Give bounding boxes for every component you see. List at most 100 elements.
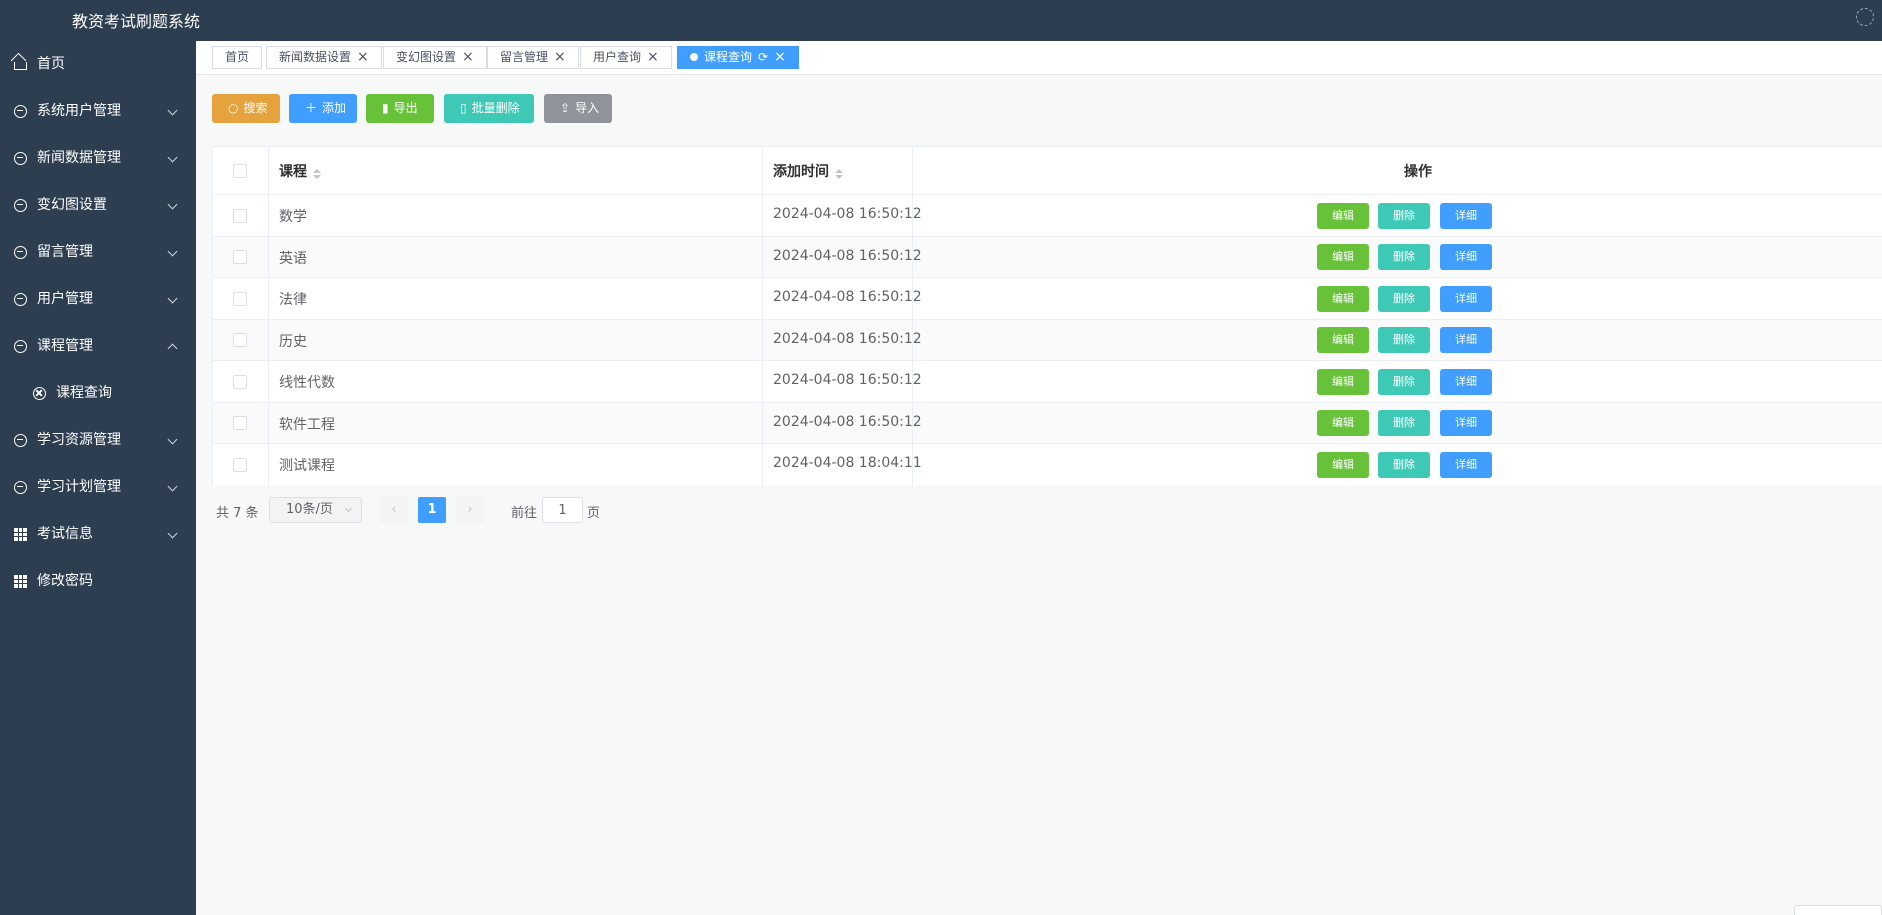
close-icon[interactable]: × [462,47,474,68]
sidebar-item-courses[interactable]: 课程管理 [0,323,196,370]
edit-button[interactable]: 编辑 [1317,286,1369,312]
page-number-current[interactable]: 1 [418,497,446,523]
table-row: 软件工程 2024-04-08 16:50:12 编辑 删除 详细 [213,403,1882,444]
home-icon [14,62,27,70]
chevron-down-icon [167,293,178,304]
close-icon[interactable]: × [647,47,659,68]
chevron-down-icon [344,504,353,513]
delete-button[interactable]: 删除 [1378,286,1430,312]
row-checkbox[interactable] [233,333,247,347]
delete-button[interactable]: 删除 [1378,410,1430,436]
page-size-select[interactable]: 10条/页 [269,497,362,523]
chevron-down-icon [167,105,178,116]
chevron-up-icon [167,343,178,354]
sidebar-item-news[interactable]: 新闻数据管理 [0,135,196,182]
detail-button[interactable]: 详细 [1440,327,1492,353]
sidebar-item-messages[interactable]: 留言管理 [0,229,196,276]
circle-icon [14,481,27,494]
detail-button[interactable]: 详细 [1440,410,1492,436]
search-button-label: 搜索 [243,101,268,115]
tab-carousel-settings[interactable]: 变幻图设置 × [383,46,487,69]
search-button[interactable]: ○ 搜索 [212,94,280,123]
app-title: 教资考试刷题系统 [72,12,201,31]
row-checkbox[interactable] [233,375,247,389]
tab-label: 课程查询 [704,50,753,64]
batch-delete-button-label: 批量删除 [471,101,520,115]
delete-button[interactable]: 删除 [1378,244,1430,270]
close-icon[interactable]: × [357,47,369,68]
course-column-label: 课程 [279,164,307,180]
table-row: 英语 2024-04-08 16:50:12 编辑 删除 详细 [213,237,1882,278]
grid-icon [14,528,27,541]
course-cell: 线性代数 [279,375,335,391]
sidebar: 首页 系统用户管理 新闻数据管理 变幻图设置 留言管理 用户管理 课程管理 课程… [0,41,196,915]
edit-button[interactable]: 编辑 [1317,452,1369,478]
plus-icon: ＋ [305,101,318,115]
edit-button[interactable]: 编辑 [1317,327,1369,353]
chevron-down-icon [167,199,178,210]
sidebar-item-label: 课程查询 [56,385,112,401]
delete-button[interactable]: 删除 [1378,452,1430,478]
sidebar-item-label: 首页 [37,56,65,72]
detail-button[interactable]: 详细 [1440,286,1492,312]
detail-button[interactable]: 详细 [1440,203,1492,229]
close-icon[interactable]: × [774,47,786,68]
chevron-down-icon [167,152,178,163]
sidebar-item-users[interactable]: 用户管理 [0,276,196,323]
tab-messages[interactable]: 留言管理 × [487,46,579,69]
course-column-header[interactable]: 课程 [269,147,763,194]
next-page-button[interactable]: › [456,497,484,523]
tab-news-settings[interactable]: 新闻数据设置 × [266,46,382,69]
tab-course-query[interactable]: 课程查询 ⟳ × [677,46,799,69]
table-row: 法律 2024-04-08 16:50:12 编辑 删除 详细 [213,278,1882,320]
time-column-label: 添加时间 [773,164,829,180]
prev-page-button[interactable]: ‹ [380,497,408,523]
tab-user-query[interactable]: 用户查询 × [580,46,672,69]
sidebar-item-system-users[interactable]: 系统用户管理 [0,88,196,135]
sidebar-item-course-query[interactable]: 课程查询 [0,370,196,417]
edit-button[interactable]: 编辑 [1317,410,1369,436]
edit-button[interactable]: 编辑 [1317,203,1369,229]
edit-button[interactable]: 编辑 [1317,244,1369,270]
detail-button[interactable]: 详细 [1440,452,1492,478]
sidebar-item-study-plans[interactable]: 学习计划管理 [0,464,196,511]
compass-icon [33,387,46,400]
circle-icon [14,105,27,118]
delete-button[interactable]: 删除 [1378,327,1430,353]
refresh-icon[interactable]: ⟳ [758,47,768,68]
time-column-header[interactable]: 添加时间 [763,147,913,194]
select-all-checkbox[interactable] [233,164,247,178]
row-checkbox[interactable] [233,209,247,223]
sidebar-item-label: 新闻数据管理 [37,150,121,166]
add-button-label: 添加 [322,101,347,115]
sidebar-item-exam-info[interactable]: 考试信息 [0,511,196,558]
goto-page-input[interactable] [542,497,583,523]
app-header: 教资考试刷题系统 [0,0,1882,41]
active-dot-icon [690,53,698,61]
delete-button[interactable]: 删除 [1378,203,1430,229]
add-button[interactable]: ＋ 添加 [289,94,357,123]
sidebar-item-home[interactable]: 首页 [0,41,196,88]
tab-label: 用户查询 [593,50,642,64]
batch-delete-button[interactable]: ▯ 批量删除 [444,94,534,123]
tab-home[interactable]: 首页 [212,46,263,69]
close-icon[interactable]: × [554,47,566,68]
detail-button[interactable]: 详细 [1440,244,1492,270]
row-checkbox[interactable] [233,292,247,306]
time-cell: 2024-04-08 16:50:12 [773,414,922,430]
detail-button[interactable]: 详细 [1440,369,1492,395]
row-checkbox[interactable] [233,458,247,472]
row-checkbox[interactable] [233,416,247,430]
chart-icon: ▮ [382,101,389,115]
chevron-down-icon [167,481,178,492]
export-button[interactable]: ▮ 导出 [366,94,434,123]
edit-button[interactable]: 编辑 [1317,369,1369,395]
import-button[interactable]: ⇪ 导入 [544,94,612,123]
sidebar-item-carousel[interactable]: 变幻图设置 [0,182,196,229]
trash-icon: ▯ [460,101,467,115]
sidebar-item-label: 用户管理 [37,291,93,307]
sidebar-item-change-password[interactable]: 修改密码 [0,558,196,605]
delete-button[interactable]: 删除 [1378,369,1430,395]
row-checkbox[interactable] [233,250,247,264]
sidebar-item-resources[interactable]: 学习资源管理 [0,417,196,464]
